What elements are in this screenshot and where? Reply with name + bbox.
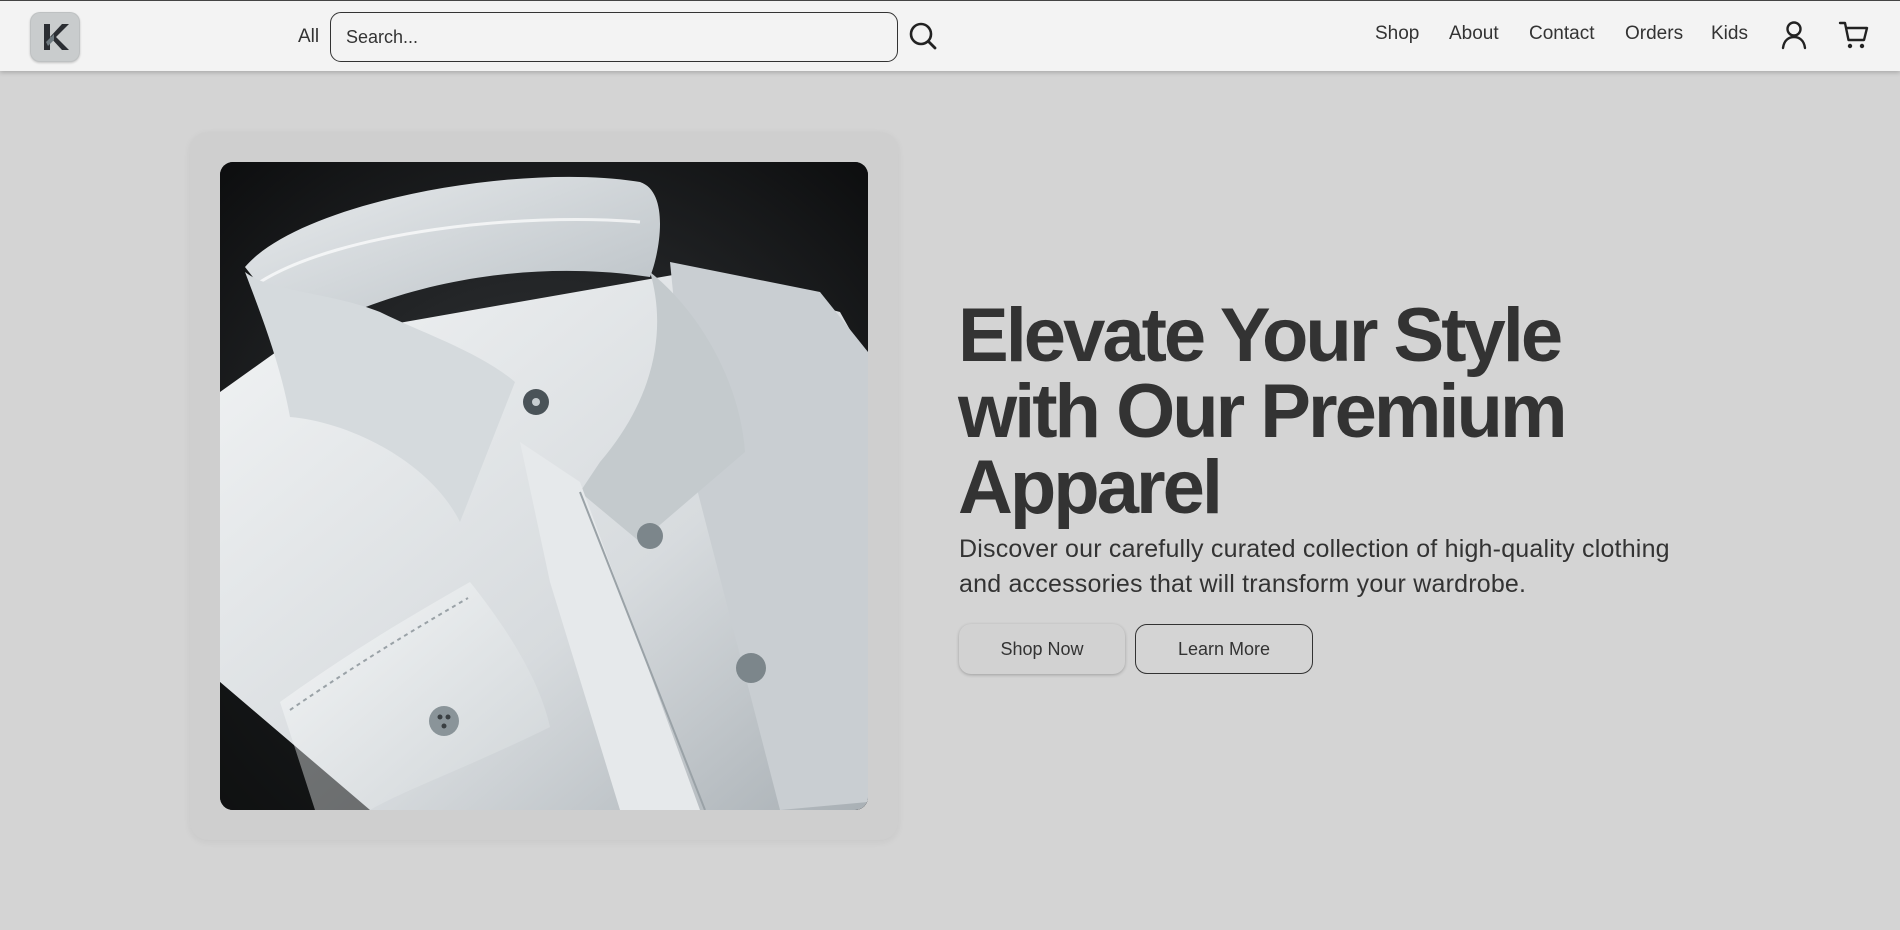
hero-title: Elevate Your Style with Our Premium Appa… bbox=[958, 293, 1568, 530]
nav-orders[interactable]: Orders bbox=[1625, 23, 1683, 45]
nav-kids[interactable]: Kids bbox=[1711, 23, 1748, 45]
nav-contact[interactable]: Contact bbox=[1529, 23, 1594, 45]
top-navbar: All Shop About Contact Orders Kids bbox=[0, 0, 1900, 71]
product-image-card bbox=[190, 132, 898, 840]
nav-shop[interactable]: Shop bbox=[1375, 23, 1419, 45]
search-button[interactable] bbox=[908, 21, 938, 53]
k-logo-icon[interactable] bbox=[30, 12, 80, 62]
user-icon bbox=[1781, 21, 1807, 50]
search-icon bbox=[909, 22, 937, 50]
cart-icon bbox=[1838, 21, 1869, 49]
search-input[interactable] bbox=[330, 12, 898, 62]
nav-about[interactable]: About bbox=[1449, 23, 1499, 45]
account-button[interactable] bbox=[1779, 19, 1809, 54]
cart-button[interactable] bbox=[1838, 19, 1870, 54]
shirt-image bbox=[220, 162, 868, 810]
category-all-label[interactable]: All bbox=[298, 26, 319, 48]
learn-more-button[interactable]: Learn More bbox=[1135, 624, 1313, 674]
shop-now-button[interactable]: Shop Now bbox=[959, 624, 1125, 674]
hero-description: Discover our carefully curated collectio… bbox=[959, 535, 1670, 598]
